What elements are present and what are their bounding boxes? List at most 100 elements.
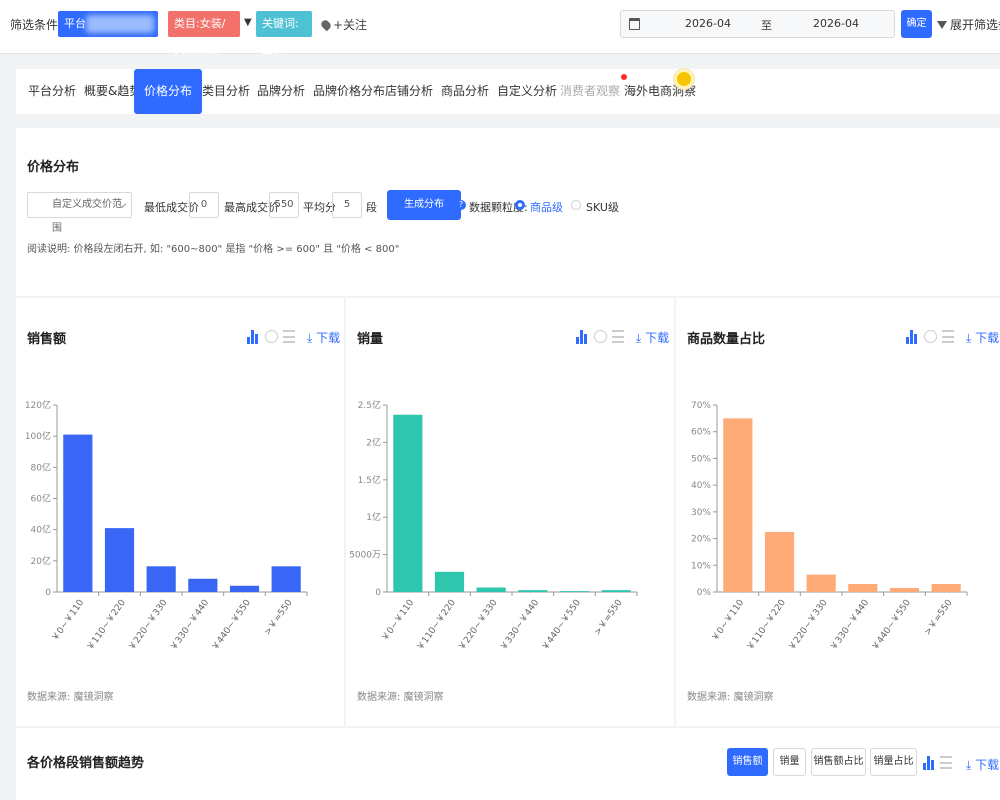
x-tick-label: ￥110~￥220 [415, 598, 458, 653]
download-button[interactable]: ⤓ 下载 [966, 329, 999, 346]
x-tick-label: ￥330~￥440 [169, 598, 212, 653]
x-tick-label: ￥110~￥220 [745, 598, 788, 653]
confirm-button[interactable]: 确定 [901, 10, 932, 38]
bar [476, 587, 506, 592]
category-chip[interactable]: 类目:女装/女士精品 [168, 11, 240, 56]
chart-panel-product-share: 商品数量占比 ⤓ 下载 0% 10% 20% 30% 40% 50% 60% 70% ￥0~￥1… [676, 298, 1000, 726]
platform-chip[interactable]: 平台 [58, 11, 158, 37]
table-icon[interactable] [940, 756, 952, 769]
y-tick-label: 2亿 [366, 436, 381, 448]
reading-note: 阅读说明: 价格段左闭右开, 如: "600~800" 是指 "价格 >= 60… [27, 244, 400, 255]
bar-chart-icon[interactable] [576, 330, 588, 344]
y-tick-label: 40% [691, 481, 711, 491]
radio-sku-label[interactable]: SKU级 [586, 199, 619, 215]
x-tick-label: ￥330~￥440 [499, 598, 542, 653]
x-tick-label: ￥440~￥550 [870, 598, 913, 653]
bar [271, 566, 301, 592]
date-range-picker[interactable]: 2026-04 至 2026-04 [620, 10, 895, 38]
download-label: 下载 [975, 758, 1000, 772]
trend-btn-volume[interactable]: 销量 [773, 748, 806, 776]
x-tick-label: ￥440~￥550 [210, 598, 253, 653]
date-to[interactable]: 2026-04 [813, 17, 859, 30]
y-tick-label: 30% [691, 508, 711, 518]
bar [764, 531, 795, 592]
trend-btn-sales[interactable]: 销售额 [727, 748, 768, 776]
y-tick-label: 20亿 [31, 555, 51, 567]
bar [806, 574, 836, 592]
generate-button[interactable]: 生成分布 [387, 190, 461, 220]
x-tick-label: ￥0~￥110 [710, 598, 746, 644]
share-bar-chart: 0%10%20%30%40%50%60%70%￥0~￥110 ￥110~￥220 ￥… [691, 401, 968, 653]
split-count-input[interactable]: 5 [332, 192, 362, 218]
radio-item-label[interactable]: 商品级 [530, 199, 563, 215]
tab-consumer-label: 消费者观察 [560, 84, 621, 98]
sales-bar-chart: 0 20亿 40亿 60亿 80亿 100亿 120亿 ￥0~￥110 ￥110~￥220 ￥22… [25, 399, 308, 653]
min-price-input[interactable]: 0 [189, 192, 219, 218]
bar [601, 590, 631, 592]
section-title: 价格分布 [27, 160, 80, 175]
expand-filters-button[interactable]: 展开筛选条件 [937, 16, 1000, 33]
y-tick-label: 0 [45, 588, 51, 598]
date-from[interactable]: 2026-04 [685, 17, 731, 30]
trend-btn-volume-share[interactable]: 销量占比 [870, 748, 917, 776]
y-tick-label: 10% [691, 561, 711, 571]
table-icon[interactable] [283, 330, 295, 343]
expand-label: 展开筛选条件 [950, 18, 1000, 32]
y-tick-label: 20% [691, 535, 711, 545]
bar-chart-icon[interactable] [906, 330, 918, 344]
download-label: 下载 [645, 331, 670, 345]
pie-chart-icon[interactable] [924, 330, 937, 343]
bar [229, 585, 260, 592]
follow-label: +关注 [333, 18, 368, 32]
volume-bar-chart: 0 5000万 1亿 1.5亿 2亿 2.5亿 ￥0~￥110 ￥110~￥220 ￥220~￥… [349, 399, 638, 653]
x-tick-label: >￥=550 [923, 598, 955, 638]
bar-chart-icon[interactable] [923, 756, 935, 770]
max-price-input[interactable]: 550 [269, 192, 299, 218]
x-tick-label: >￥=550 [263, 598, 295, 638]
x-tick-label: ￥220~￥330 [787, 598, 830, 653]
table-icon[interactable] [942, 330, 954, 343]
highlight-dot-icon [674, 69, 694, 89]
y-tick-label: 60% [691, 428, 711, 438]
pie-chart-icon[interactable] [265, 330, 278, 343]
trend-btn-sales-share[interactable]: 销售额占比 [811, 748, 866, 776]
keyword-chip[interactable]: 关键词: 上衣 [256, 11, 312, 56]
y-tick-label: 70% [691, 401, 711, 411]
x-tick-label: ￥220~￥330 [127, 598, 170, 653]
pie-chart-icon[interactable] [594, 330, 607, 343]
bar [393, 414, 423, 592]
bar [104, 528, 135, 592]
y-tick-label: 40亿 [31, 524, 51, 536]
chart-title: 销售额 [27, 332, 67, 347]
download-button[interactable]: ⤓ 下载 [636, 329, 669, 346]
price-range-select[interactable]: 自定义成交价范围 [27, 192, 132, 234]
trend-panel: 各价格段销售额趋势 销售额 销量 销售额占比 销量占比 ⤓ 下载 [16, 728, 1000, 800]
x-tick-label: >￥=550 [593, 598, 625, 638]
chart-title: 销量 [357, 332, 384, 347]
help-icon[interactable]: ? [456, 200, 466, 210]
bar [518, 590, 548, 592]
bar [848, 583, 878, 592]
table-icon[interactable] [612, 330, 624, 343]
radio-sku-level[interactable] [571, 200, 581, 210]
data-source: 数据来源: 魔镜洞察 [687, 692, 774, 703]
bar [889, 587, 920, 592]
trend-title: 各价格段销售额趋势 [27, 756, 145, 771]
bar-chart-icon[interactable] [247, 330, 259, 344]
radio-item-level[interactable] [515, 200, 525, 210]
follow-button[interactable]: +关注 [319, 16, 368, 33]
filter-bar: 筛选条件: 平台 类目:女装/女士精品 ▼ 关键词: 上衣 +关注 2026-0… [0, 0, 1000, 56]
download-button[interactable]: ⤓ 下载 [966, 756, 999, 773]
y-tick-label: 60亿 [31, 493, 51, 505]
bar [434, 571, 465, 592]
caret-down-icon[interactable]: ▼ [244, 17, 252, 28]
x-tick-label: ￥110~￥220 [85, 598, 128, 653]
y-tick-label: 1亿 [366, 511, 381, 523]
y-tick-label: 100亿 [25, 430, 51, 442]
chart-title: 商品数量占比 [687, 332, 766, 347]
download-button[interactable]: ⤓ 下载 [307, 329, 340, 346]
pin-icon [319, 18, 333, 32]
y-tick-label: 5000万 [349, 551, 381, 561]
y-tick-label: 1.5亿 [358, 474, 381, 486]
category-chip-label: 类目:女装/女士精品 [174, 17, 226, 56]
